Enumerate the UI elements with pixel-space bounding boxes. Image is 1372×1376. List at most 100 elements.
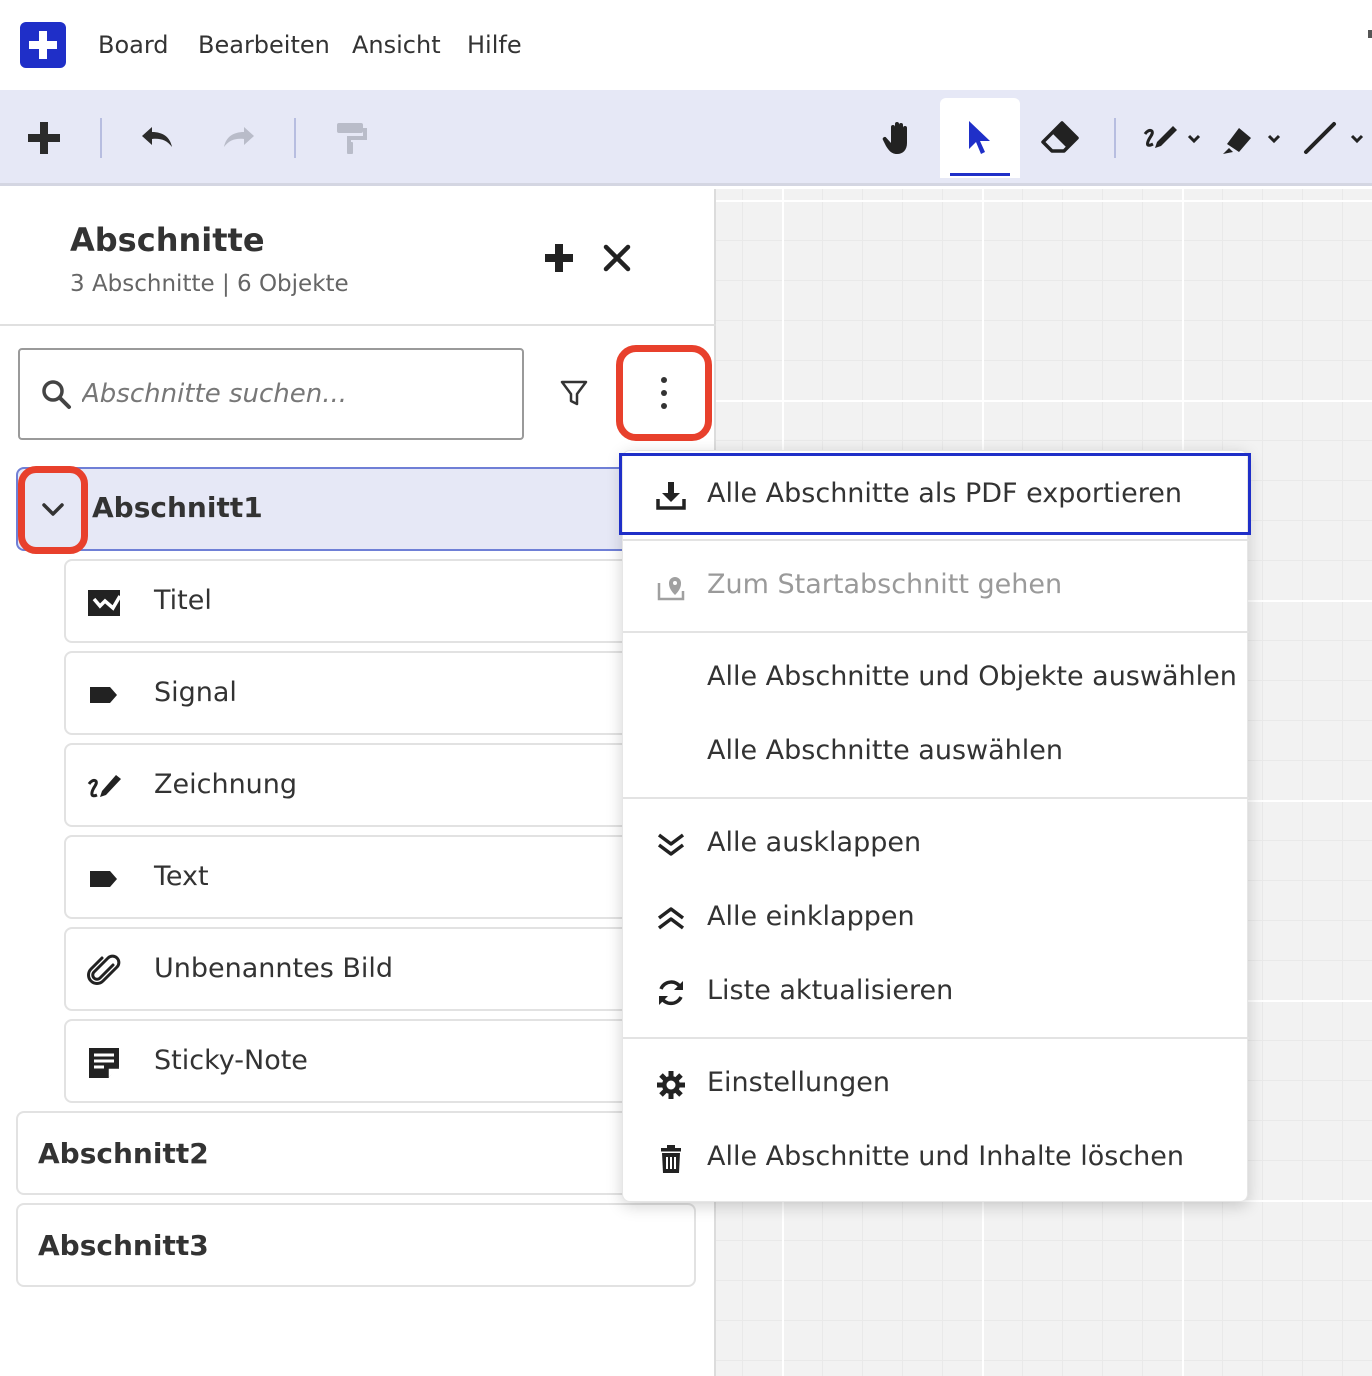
toolbar-separator <box>1114 118 1116 158</box>
object-label: Text <box>154 861 209 892</box>
add-icon <box>545 244 573 272</box>
menu-item-export-pdf[interactable]: Alle Abschnitte als PDF exportieren <box>619 453 1251 535</box>
trash-icon <box>661 1145 681 1173</box>
hand-tool-button[interactable] <box>870 98 930 178</box>
eraser-tool-button[interactable] <box>1030 98 1090 178</box>
menu-item-label: Alle ausklappen <box>707 827 922 858</box>
menu-board[interactable]: Board <box>98 28 169 62</box>
menu-item-select-all-sections[interactable]: Alle Abschnitte auswählen <box>623 715 1249 789</box>
sections-panel: Abschnitte 3 Abschnitte | 6 Objekte Absc… <box>0 189 716 1376</box>
refresh-icon <box>659 980 683 1006</box>
search-box[interactable] <box>18 348 524 440</box>
menu-item-select-all-sections-objects[interactable]: Alle Abschnitte und Objekte auswählen <box>623 641 1249 715</box>
section-row-2[interactable]: Abschnitt2 <box>16 1111 696 1195</box>
menu-divider <box>623 797 1249 799</box>
redo-icon <box>224 127 254 147</box>
redo-button[interactable] <box>214 98 264 178</box>
undo-icon <box>142 127 172 147</box>
chevron-down-icon <box>42 503 64 516</box>
panel-divider <box>0 324 716 326</box>
close-icon <box>603 244 631 272</box>
menu-item-label: Alle einklappen <box>707 901 915 932</box>
section-label: Abschnitt1 <box>92 491 263 524</box>
object-label: Titel <box>154 585 212 616</box>
plus-logo-icon <box>29 31 57 59</box>
menu-item-label: Liste aktualisieren <box>707 975 954 1006</box>
app-logo[interactable] <box>20 22 66 68</box>
toolbar-separator <box>100 118 102 158</box>
more-vertical-icon <box>661 377 667 409</box>
menu-item-go-to-start[interactable]: Zum Startabschnitt gehen <box>623 549 1249 623</box>
menu-item-expand-all[interactable]: Alle ausklappen <box>623 807 1249 881</box>
section-toggle-button[interactable] <box>18 466 88 554</box>
add-icon <box>28 122 60 154</box>
menu-item-delete-all[interactable]: Alle Abschnitte und Inhalte löschen <box>623 1121 1249 1195</box>
add-section-button[interactable] <box>540 239 578 277</box>
menu-bearbeiten[interactable]: Bearbeiten <box>198 28 330 62</box>
select-tool-button[interactable] <box>940 98 1020 178</box>
menu-item-label: Alle Abschnitte und Objekte auswählen <box>707 661 1237 692</box>
search-icon <box>42 380 71 409</box>
eraser-icon <box>1041 121 1079 153</box>
menu-ansicht[interactable]: Ansicht <box>352 28 441 62</box>
start-location-icon <box>657 577 685 601</box>
menu-item-label: Einstellungen <box>707 1067 891 1098</box>
section-row-3[interactable]: Abschnitt3 <box>16 1203 696 1287</box>
search-input[interactable] <box>82 366 502 422</box>
panel-title: Abschnitte <box>70 221 265 259</box>
title-card-icon <box>88 590 122 616</box>
line-icon <box>1304 122 1364 154</box>
object-row-titel[interactable]: Titel <box>64 559 704 643</box>
format-painter-icon <box>337 123 367 154</box>
options-menu: Alle Abschnitte als PDF exportieren Zum … <box>619 450 1251 1202</box>
format-painter-button[interactable] <box>326 98 376 178</box>
close-panel-button[interactable] <box>598 239 636 277</box>
menubar: Board Bearbeiten Ansicht Hilfe <box>0 0 1372 90</box>
drawing-pen-icon <box>87 775 121 798</box>
object-label: Zeichnung <box>154 769 298 800</box>
highlighter-tool-button[interactable] <box>1220 98 1292 178</box>
undo-button[interactable] <box>132 98 182 178</box>
add-button[interactable] <box>20 98 68 178</box>
object-label: Sticky-Note <box>154 1045 308 1076</box>
object-row-signal[interactable]: Signal <box>64 651 704 735</box>
section-label: Abschnitt3 <box>38 1229 209 1262</box>
filter-button[interactable] <box>556 375 592 411</box>
object-label: Unbenanntes Bild <box>154 953 394 984</box>
object-label: Signal <box>154 677 237 708</box>
highlighter-icon <box>1223 128 1281 154</box>
menu-divider <box>623 1037 1249 1039</box>
menu-item-collapse-all[interactable]: Alle einklappen <box>623 881 1249 955</box>
menu-item-label: Alle Abschnitte auswählen <box>707 735 1063 766</box>
select-pointer-icon <box>969 121 990 154</box>
menu-divider <box>623 631 1249 633</box>
window-edge-marker <box>1368 30 1372 38</box>
toolbar-separator <box>294 118 296 158</box>
section-row-1[interactable]: Abschnitt1 <box>16 466 716 554</box>
sticky-note-icon <box>89 1048 119 1078</box>
object-row-unbenanntes-bild[interactable]: Unbenanntes Bild <box>64 927 704 1011</box>
menu-item-label: Alle Abschnitte und Inhalte löschen <box>707 1141 1185 1172</box>
toolbar <box>0 90 1372 186</box>
menu-item-label: Alle Abschnitte als PDF exportieren <box>707 478 1182 509</box>
label-tag-icon <box>90 687 117 703</box>
paperclip-icon <box>87 954 121 985</box>
gear-icon <box>657 1071 685 1099</box>
pen-icon <box>1143 126 1201 148</box>
object-row-text[interactable]: Text <box>64 835 704 919</box>
menu-hilfe[interactable]: Hilfe <box>467 28 522 62</box>
more-options-button[interactable] <box>616 345 712 441</box>
menu-item-refresh-list[interactable]: Liste aktualisieren <box>623 955 1249 1029</box>
expand-all-icon <box>657 833 685 856</box>
menu-divider <box>623 539 1249 541</box>
label-tag-icon <box>90 871 117 887</box>
object-row-zeichnung[interactable]: Zeichnung <box>64 743 704 827</box>
menu-item-settings[interactable]: Einstellungen <box>623 1047 1249 1121</box>
filter-icon <box>560 380 588 406</box>
line-tool-button[interactable] <box>1300 98 1372 178</box>
section-label: Abschnitt2 <box>38 1137 209 1170</box>
menu-item-label: Zum Startabschnitt gehen <box>707 569 1063 600</box>
hand-icon <box>882 122 907 154</box>
object-row-sticky-note[interactable]: Sticky-Note <box>64 1019 704 1103</box>
pen-tool-button[interactable] <box>1138 98 1210 178</box>
